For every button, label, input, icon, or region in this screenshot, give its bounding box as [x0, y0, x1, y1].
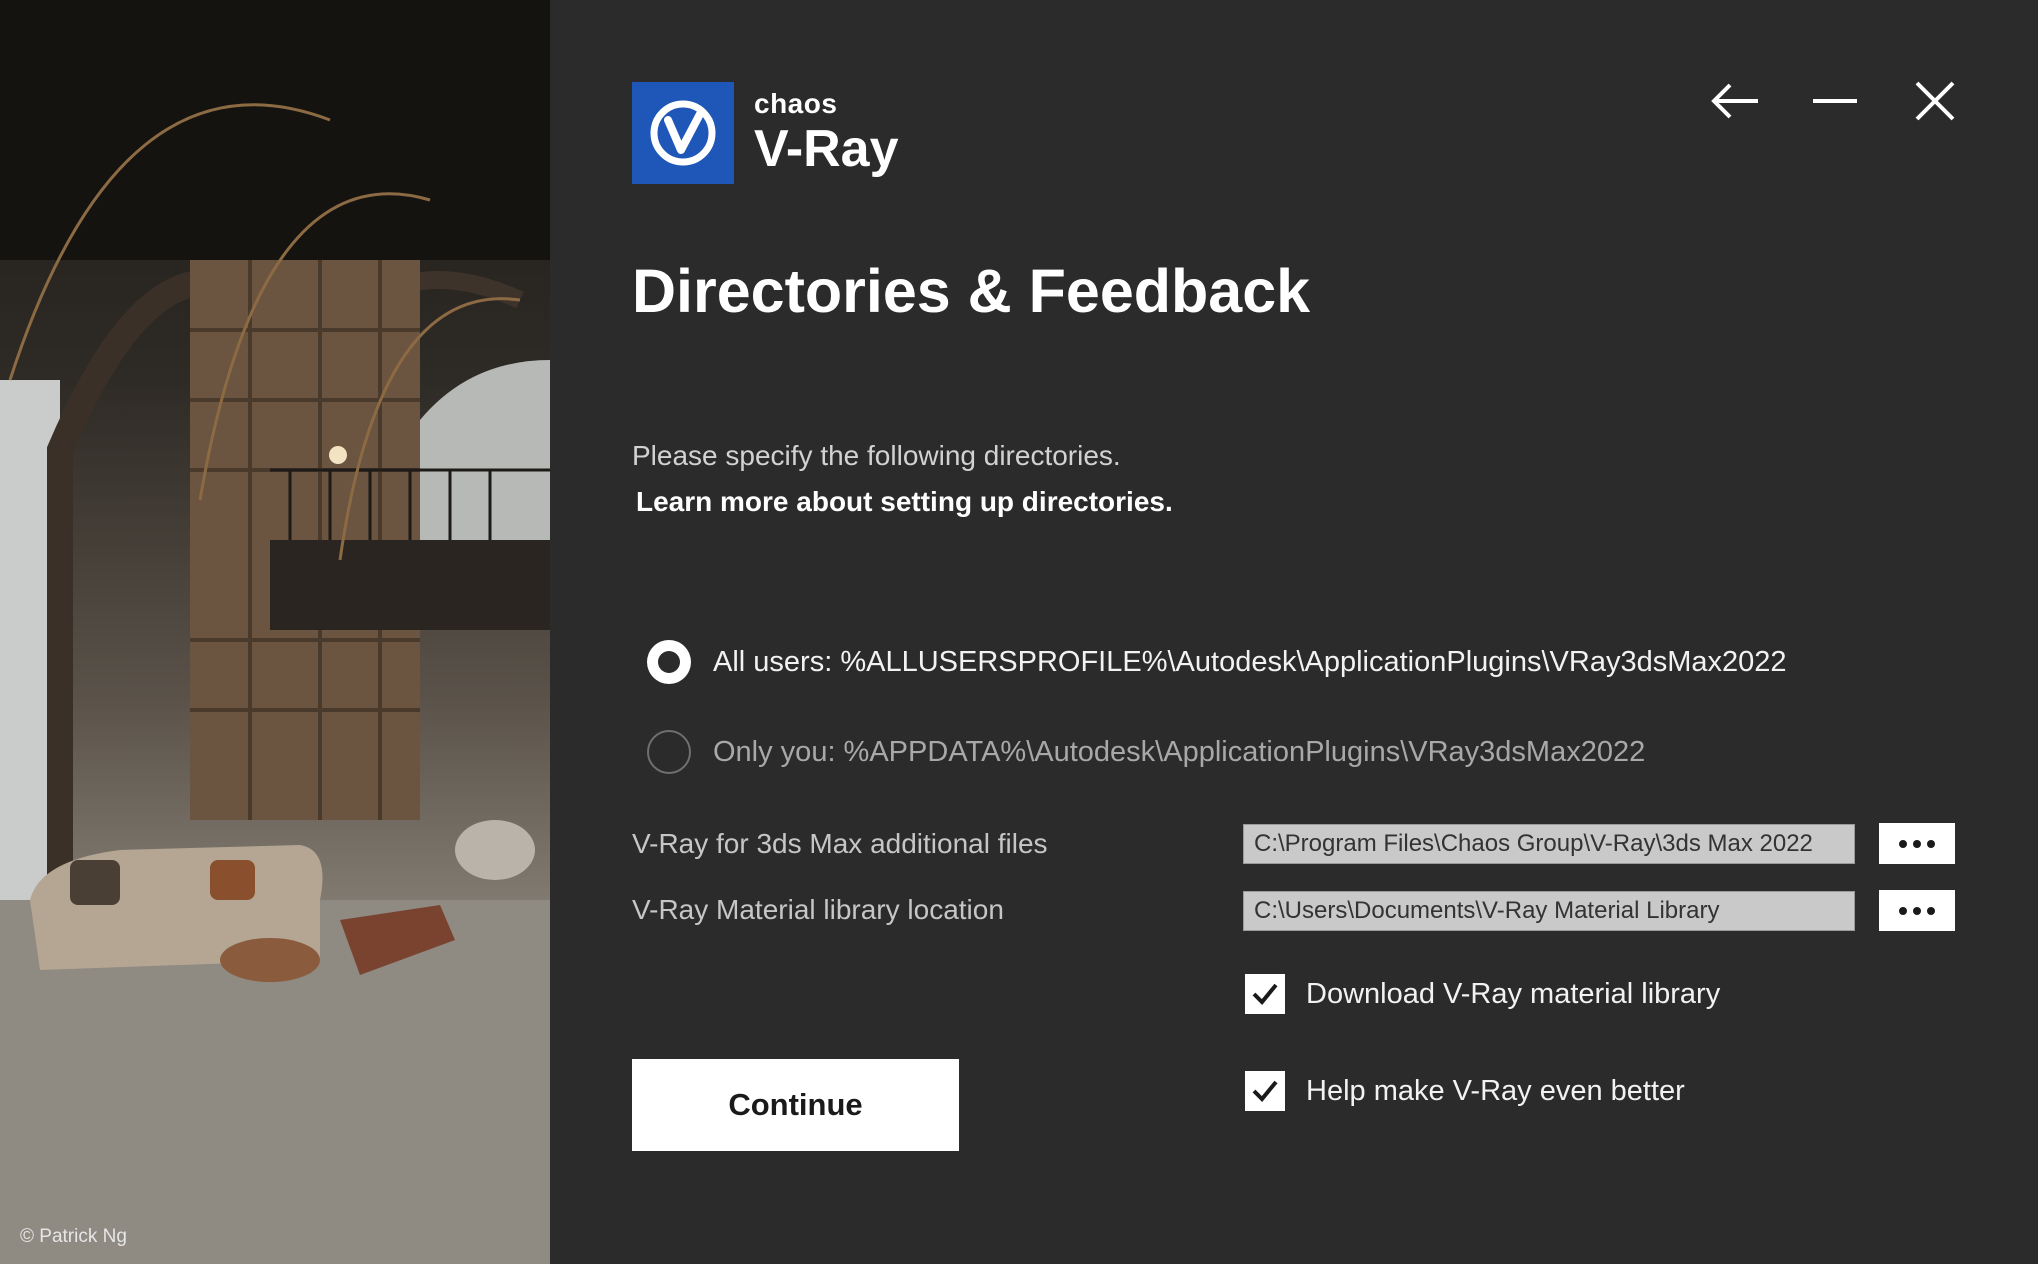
download-library-label: Download V-Ray material library: [1306, 977, 1721, 1010]
ellipsis-icon: [1899, 906, 1935, 915]
back-button[interactable]: [1708, 78, 1762, 124]
download-library-checkbox-row[interactable]: Download V-Ray material library: [1245, 974, 1720, 1014]
material-library-label: V-Ray Material library location: [632, 894, 1004, 925]
additional-files-label: V-Ray for 3ds Max additional files: [632, 828, 1048, 859]
close-button[interactable]: [1908, 78, 1962, 124]
arrow-left-icon: [1711, 83, 1758, 119]
radio-button-selected[interactable]: [647, 640, 691, 684]
browse-additional-files-button[interactable]: [1879, 823, 1955, 864]
radio-button-unselected[interactable]: [647, 730, 691, 774]
help-improve-checkbox-row[interactable]: Help make V-Ray even better: [1245, 1071, 1685, 1111]
vray-logo-icon: [632, 82, 734, 184]
radio-only-you-label: Only you: %APPDATA%\Autodesk\Application…: [713, 735, 1646, 768]
radio-all-users[interactable]: All users: %ALLUSERSPROFILE%\Autodesk\Ap…: [647, 640, 1787, 684]
intro-text: Please specify the following directories…: [632, 440, 1121, 471]
logo-brand-text: chaos: [754, 87, 838, 119]
photo-credit: © Patrick Ng: [20, 1226, 127, 1247]
minimize-icon: [1813, 99, 1857, 103]
hero-photo: © Patrick Ng: [0, 0, 550, 1264]
learn-more-link[interactable]: Learn more about setting up directories.: [636, 486, 1173, 518]
browse-material-library-button[interactable]: [1879, 890, 1955, 931]
installer-panel: chaos V-Ray Directories & Feedback Pleas…: [550, 0, 2038, 1264]
logo-product-text: V-Ray: [754, 119, 899, 178]
interior-illustration: [0, 0, 550, 1264]
ellipsis-icon: [1899, 839, 1935, 848]
download-library-checkbox[interactable]: [1245, 974, 1285, 1014]
close-icon: [1915, 81, 1955, 121]
window-controls: [1708, 78, 1962, 124]
checkmark-icon: [1252, 1080, 1278, 1102]
additional-files-path-input[interactable]: [1243, 824, 1855, 864]
radio-all-users-label: All users: %ALLUSERSPROFILE%\Autodesk\Ap…: [713, 645, 1787, 678]
material-library-path-input[interactable]: [1243, 891, 1855, 931]
help-improve-label: Help make V-Ray even better: [1306, 1074, 1685, 1107]
help-improve-checkbox[interactable]: [1245, 1071, 1285, 1111]
continue-button[interactable]: Continue: [632, 1059, 959, 1151]
chaos-vray-logo: chaos V-Ray: [632, 82, 899, 184]
checkmark-icon: [1252, 983, 1278, 1005]
radio-only-you[interactable]: Only you: %APPDATA%\Autodesk\Application…: [647, 730, 1645, 774]
page-title: Directories & Feedback: [632, 257, 1311, 325]
minimize-button[interactable]: [1808, 78, 1862, 124]
